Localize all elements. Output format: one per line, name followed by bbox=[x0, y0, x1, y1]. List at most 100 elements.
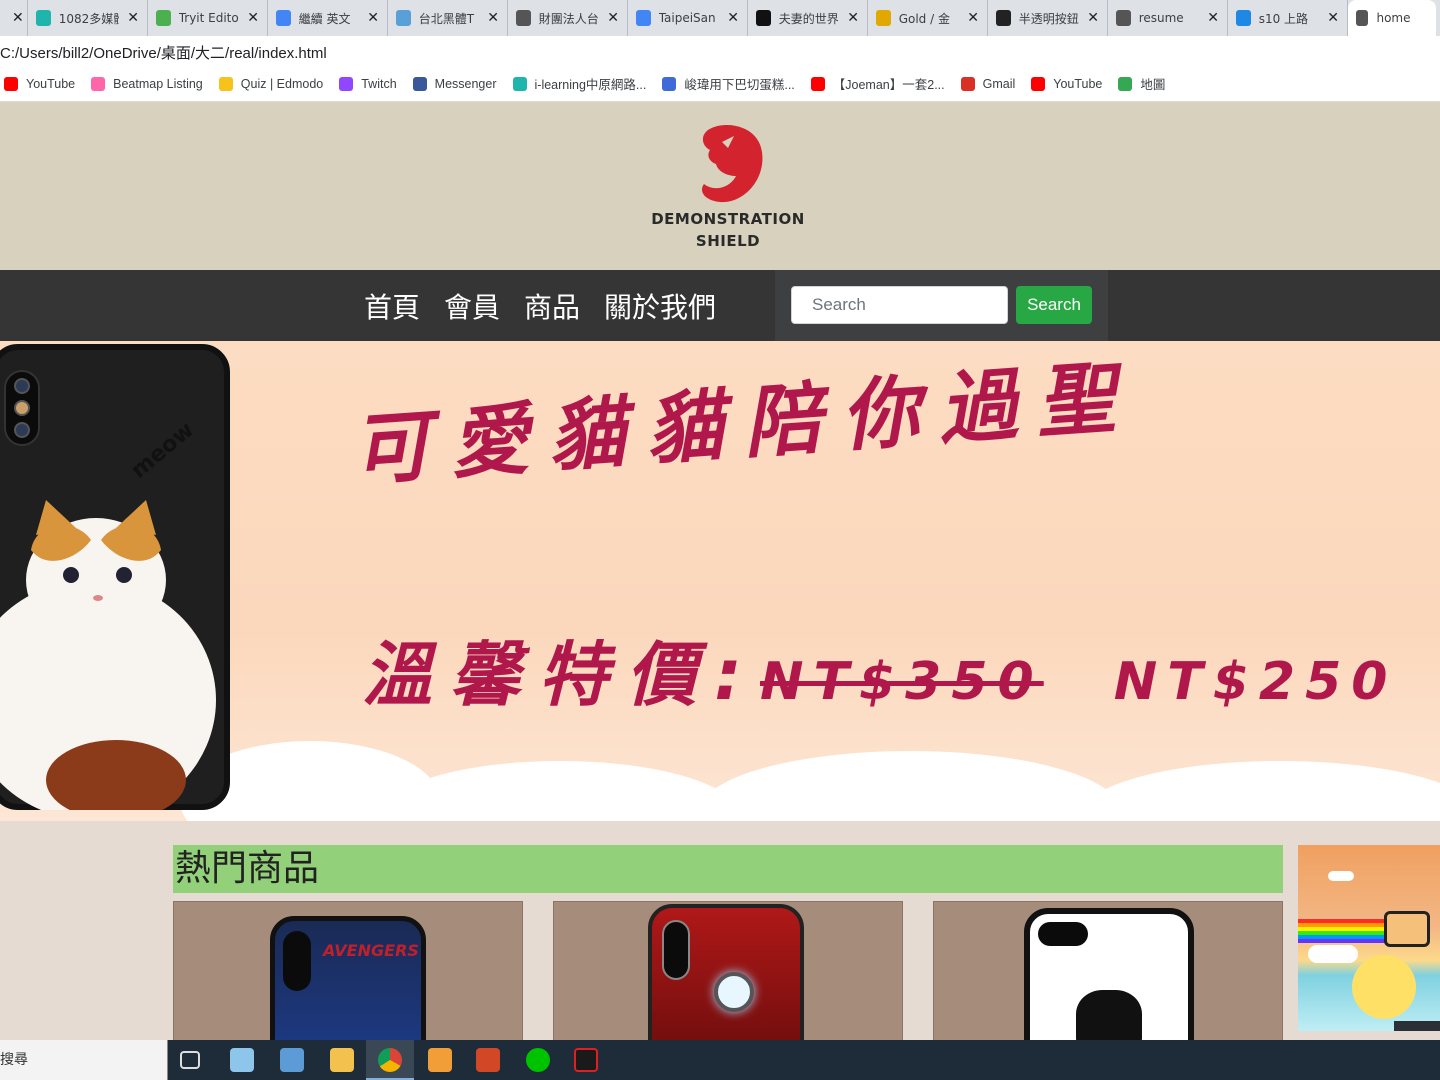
logo-text-line1: DEMONSTRATION bbox=[651, 210, 805, 228]
product-card[interactable] bbox=[553, 901, 903, 1040]
tab-title: s10 上路 bbox=[1258, 11, 1309, 26]
browser-tab[interactable]: Tryit Edito ✕ bbox=[148, 0, 268, 36]
bookmark-item[interactable]: Gmail bbox=[960, 76, 1015, 91]
logo-text-line2: SHIELD bbox=[695, 232, 761, 250]
nyan-cat-icon bbox=[1384, 911, 1430, 947]
carousel-dot[interactable] bbox=[719, 791, 749, 794]
pk-icon bbox=[396, 10, 411, 26]
bookmark-item[interactable]: Quiz | Edmodo bbox=[218, 76, 324, 91]
powerpoint-icon[interactable] bbox=[476, 1048, 500, 1072]
ironman-case-image bbox=[648, 904, 804, 1040]
hair-sketch-icon bbox=[1076, 990, 1142, 1040]
browser-tab[interactable]: home bbox=[1348, 0, 1436, 36]
bookmark-item[interactable]: Beatmap Listing bbox=[91, 76, 203, 91]
close-tab-icon[interactable]: ✕ bbox=[1207, 10, 1219, 26]
book-icon bbox=[876, 10, 891, 26]
close-tab-icon[interactable]: ✕ bbox=[127, 10, 139, 26]
tab-title: 夫妻的世界 bbox=[778, 11, 839, 26]
product-card[interactable] bbox=[933, 901, 1283, 1040]
nyan-cat-side-ad[interactable] bbox=[1298, 845, 1440, 1031]
browser-tab[interactable]: Gold / 金 ✕ bbox=[868, 0, 988, 36]
nav-products[interactable]: 商品 bbox=[524, 286, 580, 326]
bookmark-item[interactable]: 【Joeman】一套2... bbox=[810, 74, 945, 93]
arc-reactor-icon bbox=[714, 972, 754, 1012]
browser-tab[interactable]: 台北黑體T ✕ bbox=[388, 0, 508, 36]
globe-icon bbox=[516, 10, 531, 26]
bookmark-item[interactable]: i-learning中原網路... bbox=[512, 74, 646, 93]
browser-tab[interactable]: 財團法人台 ✕ bbox=[508, 0, 628, 36]
tab-title: 繼續 英文 bbox=[298, 11, 351, 26]
sublime-text-icon[interactable] bbox=[428, 1048, 452, 1072]
doc-icon bbox=[636, 10, 651, 26]
bookmark-item[interactable]: Messenger bbox=[412, 76, 497, 91]
control-panel-icon[interactable] bbox=[280, 1048, 304, 1072]
bookmark-item[interactable]: 地圖 bbox=[1118, 74, 1165, 93]
bookmark-item[interactable]: 峻瑋用下巴切蛋糕... bbox=[662, 74, 795, 93]
bookmark-label: 【Joeman】一套2... bbox=[832, 78, 945, 92]
meow-text: meow bbox=[126, 417, 199, 484]
close-tab-icon[interactable]: ✕ bbox=[727, 10, 739, 26]
bookmark-label: Quiz | Edmodo bbox=[240, 76, 324, 91]
close-tab-icon[interactable]: ✕ bbox=[487, 10, 499, 26]
snipping-tool-icon[interactable] bbox=[230, 1048, 254, 1072]
nav-home[interactable]: 首頁 bbox=[364, 286, 420, 326]
taskbar-search-box[interactable]: 搜尋 bbox=[0, 1040, 168, 1080]
tab-title: Gold / 金 bbox=[898, 11, 950, 26]
bookmark-item[interactable]: Twitch bbox=[339, 76, 397, 91]
tab-title: resume bbox=[1138, 11, 1184, 25]
browser-tab[interactable]: 夫妻的世界 ✕ bbox=[748, 0, 868, 36]
nav-member[interactable]: 會員 bbox=[444, 286, 500, 326]
browser-tab[interactable]: ✕ bbox=[0, 0, 28, 36]
banner-price: 溫馨特價:NT$350 NT$250 bbox=[362, 619, 1397, 720]
close-tab-icon[interactable]: ✕ bbox=[367, 10, 379, 26]
c-icon bbox=[662, 76, 677, 91]
browser-tab[interactable]: 1082多媒體 ✕ bbox=[28, 0, 148, 36]
browser-tab[interactable]: 半透明按鈕 ✕ bbox=[988, 0, 1108, 36]
chrome-icon[interactable] bbox=[378, 1048, 402, 1072]
osu-icon bbox=[91, 76, 106, 91]
facebook-icon bbox=[412, 76, 427, 91]
gmail-icon bbox=[960, 76, 975, 91]
close-tab-icon[interactable]: ✕ bbox=[847, 10, 859, 26]
promo-banner[interactable]: meow 可愛貓貓陪你過聖 溫馨特價:NT$350 NT$250 bbox=[0, 341, 1440, 821]
web-page: DEMONSTRATION SHIELD 首頁 會員 商品 關於我們 Searc… bbox=[0, 102, 1440, 1040]
close-tab-icon[interactable]: ✕ bbox=[247, 10, 259, 26]
banner-title: 可愛貓貓陪你過聖 bbox=[349, 352, 1138, 497]
garena-icon[interactable] bbox=[574, 1048, 598, 1072]
bookmarks-bar: YouTube Beatmap Listing Quiz | Edmodo Twitc… bbox=[0, 66, 1440, 102]
tab-title: home bbox=[1376, 11, 1411, 25]
close-tab-icon[interactable]: ✕ bbox=[607, 10, 619, 26]
maps-icon bbox=[1118, 76, 1133, 91]
address-text[interactable]: C:/Users/bill2/OneDrive/桌面/大二/real/index… bbox=[0, 42, 327, 63]
line-icon[interactable] bbox=[526, 1048, 550, 1072]
garena-icon bbox=[1236, 10, 1251, 26]
browser-tab[interactable]: resume ✕ bbox=[1108, 0, 1228, 36]
close-tab-icon[interactable]: ✕ bbox=[967, 10, 979, 26]
product-card[interactable]: AVENGERS bbox=[173, 901, 523, 1040]
site-logo[interactable]: DEMONSTRATION SHIELD bbox=[640, 122, 816, 252]
close-tab-icon[interactable]: ✕ bbox=[1327, 10, 1339, 26]
search-form: Search bbox=[775, 270, 1108, 341]
chat-avatar-icon[interactable] bbox=[1394, 1021, 1440, 1031]
carousel-indicators[interactable] bbox=[680, 791, 788, 794]
bookmark-item[interactable]: YouTube bbox=[1031, 76, 1102, 91]
tab-title: 台北黑體T bbox=[418, 11, 475, 26]
task-view-icon[interactable] bbox=[180, 1051, 200, 1069]
browser-tab[interactable]: TaipeiSan ✕ bbox=[628, 0, 748, 36]
youtube-icon bbox=[1031, 76, 1046, 91]
browser-tab[interactable]: s10 上路 ✕ bbox=[1228, 0, 1348, 36]
nav-about[interactable]: 關於我們 bbox=[604, 286, 716, 326]
browser-tab[interactable]: 繼續 英文 ✕ bbox=[268, 0, 388, 36]
file-explorer-icon[interactable] bbox=[330, 1048, 354, 1072]
search-button[interactable]: Search bbox=[1016, 286, 1092, 324]
address-bar[interactable]: C:/Users/bill2/OneDrive/桌面/大二/real/index… bbox=[0, 36, 1440, 66]
carousel-dot[interactable] bbox=[683, 791, 713, 794]
search-input[interactable] bbox=[791, 286, 1008, 324]
cat-illustration-icon bbox=[0, 500, 216, 810]
browser-tab-bar: ✕ 1082多媒體 ✕ Tryit Edito ✕ 繼續 英文 ✕ 台北黑體T ✕ 財團法人台 ✕ T… bbox=[0, 0, 1440, 36]
bookmark-item[interactable]: YouTube bbox=[4, 76, 75, 91]
close-tab-icon[interactable]: ✕ bbox=[1087, 10, 1099, 26]
carousel-dot[interactable] bbox=[755, 791, 785, 794]
codepen-icon bbox=[996, 10, 1011, 26]
close-tab-icon[interactable]: ✕ bbox=[12, 10, 24, 26]
